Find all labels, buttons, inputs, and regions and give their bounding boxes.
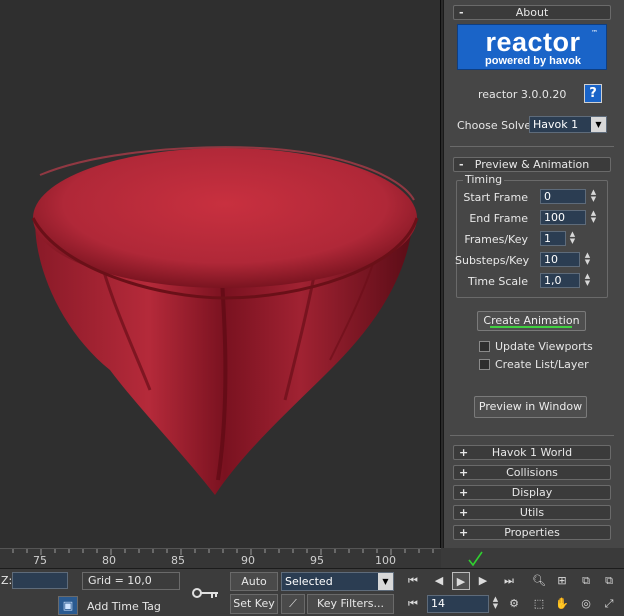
field-of-view-icon[interactable]: ⬚ [530,595,548,613]
tangent-icon[interactable]: ⟋ [281,594,305,614]
create-animation-button[interactable]: Create Animation [477,311,586,331]
expand-sign: + [459,506,469,519]
reactor-logo: reactor ™ powered by havok [457,24,607,70]
key-mode-dropdown[interactable]: Selected ▼ [281,572,394,591]
collapse-sign: - [459,158,464,171]
tick-label: 100 [375,554,396,567]
rollout-about-header[interactable]: - About [453,5,611,20]
grid-readout: Grid = 10,0 [82,572,180,590]
start-frame-input[interactable]: 0 [540,189,586,204]
divider [450,435,614,436]
tick-label: 80 [102,554,116,567]
end-frame-label: End Frame [469,212,528,225]
key-mode-value: Selected [285,575,333,588]
create-list-layer-checkbox[interactable] [479,359,490,370]
update-viewports-label: Update Viewports [495,340,593,353]
substeps-per-key-input[interactable]: 10 [540,252,580,267]
create-animation-underline [490,326,572,328]
substeps-per-key-spinner[interactable]: ▲ ▼ [583,252,592,267]
timing-group-title: Timing [463,173,505,186]
rollout-collisions-header[interactable]: + Collisions [453,465,611,480]
zoom-extents-all-icon[interactable]: ⧉ [600,572,618,590]
rollout-about-label: About [515,6,549,19]
expand-sign: + [459,466,469,479]
rollout-preview-label: Preview & Animation [474,158,590,171]
tick-label: 90 [241,554,255,567]
maximize-viewport-icon[interactable]: ⤢ [600,595,618,613]
create-list-layer-label: Create List/Layer [495,358,589,371]
rollout-display-label: Display [511,486,553,499]
tick-label: 85 [171,554,185,567]
rollout-properties-header[interactable]: + Properties [453,525,611,540]
previous-frame-icon[interactable]: ◀ [430,572,448,590]
chevron-down-icon[interactable]: ▼ [378,573,393,590]
rollout-preview-header[interactable]: - Preview & Animation [453,157,611,172]
rollout-utils-header[interactable]: + Utils [453,505,611,520]
time-scale-input[interactable]: 1,0 [540,273,580,288]
current-frame-spinner[interactable]: ▲ ▼ [491,596,500,611]
current-frame-input[interactable]: 14 [427,595,489,613]
time-scale-spinner[interactable]: ▲ ▼ [583,273,592,288]
choose-solver-label: Choose Solver: [457,119,540,132]
start-frame-spinner[interactable]: ▲ ▼ [589,189,598,204]
auto-key-button[interactable]: Auto Key [230,572,278,605]
time-scale-label: Time Scale [467,275,528,288]
check-mark-icon [468,551,483,567]
timeline-track[interactable]: 75 80 85 90 95 100 [0,548,441,568]
pan-hand-icon[interactable]: ✋ [553,595,571,613]
status-bar: Z: Grid = 10,0 Auto Key Set Key Selected… [0,568,624,616]
play-icon[interactable]: ▶ [452,572,470,590]
rollout-properties-label: Properties [504,526,560,539]
expand-sign: + [459,486,469,499]
chevron-down-icon[interactable]: ▼ [591,117,606,132]
preview-in-window-button[interactable]: Preview in Window [474,396,587,418]
rollout-havok-world-header[interactable]: + Havok 1 World [453,445,611,460]
perspective-viewport[interactable] [0,0,441,548]
set-key-button[interactable]: Set Key [230,594,278,614]
go-to-start-icon[interactable]: ⏮ [404,572,422,590]
rollout-havok-world-label: Havok 1 World [491,446,573,459]
logo-sub-text: powered by havok [485,55,581,67]
zoom-extents-icon[interactable]: ⧉ [577,572,595,590]
solver-dropdown[interactable]: Havok 1 ▼ [529,116,607,133]
divider [450,146,614,147]
frames-per-key-label: Frames/Key [464,233,528,246]
logo-trademark: ™ [591,29,598,37]
rollout-utils-label: Utils [519,506,545,519]
tick-label: 95 [310,554,324,567]
update-viewports-checkbox[interactable] [479,341,490,352]
cube-icon[interactable]: ▣ [58,596,78,615]
start-frame-label: Start Frame [463,191,528,204]
time-configuration-icon[interactable]: ⚙ [505,595,523,613]
add-time-tag-label[interactable]: Add Time Tag [87,600,161,613]
help-button[interactable]: ? [584,84,602,103]
expand-sign: + [459,526,469,539]
frames-per-key-input[interactable]: 1 [540,231,566,246]
timeline-right-area [441,548,624,568]
zoom-all-icon[interactable]: ⊞ [553,572,571,590]
key-mode-toggle-icon[interactable]: ⏮ [404,595,422,613]
go-to-end-icon[interactable]: ⏭ [500,572,518,590]
z-label: Z: [1,574,13,587]
collapse-sign: - [459,6,464,19]
version-text: reactor 3.0.0.20 [478,88,567,101]
end-frame-input[interactable]: 100 [540,210,586,225]
logo-main-text: reactor [485,27,581,57]
solver-value: Havok 1 [533,118,579,131]
rollout-collisions-label: Collisions [506,466,558,479]
next-frame-icon[interactable]: ▶ [474,572,492,590]
end-frame-spinner[interactable]: ▲ ▼ [589,210,598,225]
rollout-display-header[interactable]: + Display [453,485,611,500]
frames-per-key-spinner[interactable]: ▲ ▼ [568,231,577,246]
key-filters-button[interactable]: Key Filters... [307,594,394,614]
substeps-per-key-label: Substeps/Key [455,254,530,267]
zoom-icon[interactable]: 🔍︎ [530,572,548,590]
z-coordinate-input[interactable] [12,572,68,589]
orbit-icon[interactable]: ◎ [577,595,595,613]
key-icon[interactable] [192,586,220,600]
expand-sign: + [459,446,469,459]
tick-label: 75 [33,554,47,567]
cloth-tablecloth-render [31,146,419,495]
